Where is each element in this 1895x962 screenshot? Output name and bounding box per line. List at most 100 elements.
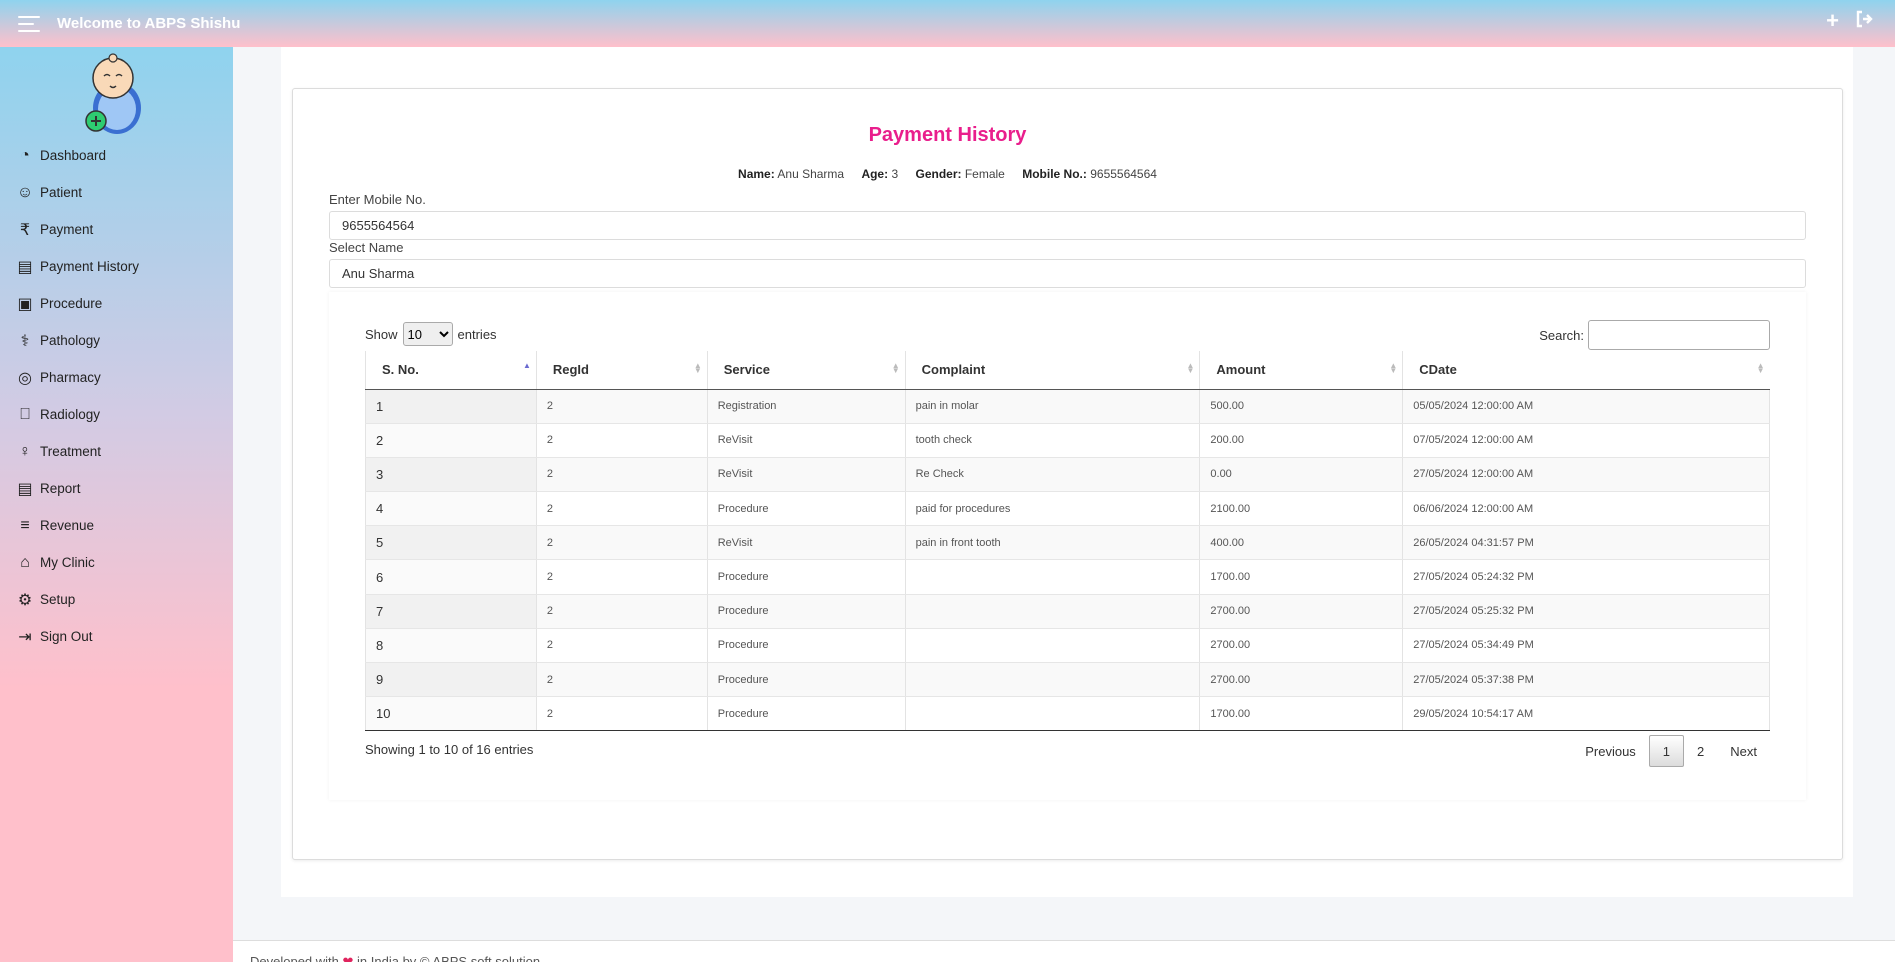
table-row: 2 2 ReVisit tooth check 200.00 07/05/2024 12:… — [365, 423, 1770, 458]
sidebar-item-setup[interactable]: ⚙ Setup — [0, 581, 233, 618]
sort-asc-icon: ▲ — [522, 361, 531, 370]
previous-page-button[interactable]: Previous — [1572, 735, 1649, 767]
sidebar-item-label: Treatment — [40, 444, 102, 459]
cell-service: Procedure — [706, 491, 906, 527]
column-header-s-no[interactable]: S. No. ▲ — [365, 351, 537, 390]
cell-complaint — [904, 628, 1200, 664]
sidebar-item-report[interactable]: ▤ Report — [0, 470, 233, 507]
cell-complaint: tooth check — [904, 423, 1200, 458]
cell-complaint: paid for procedures — [904, 491, 1200, 527]
column-header-regid[interactable]: RegId ▲ ▼ — [535, 351, 708, 390]
table-row: 4 2 Procedure paid for procedures 2100.00 06/… — [365, 491, 1770, 527]
table-search: Search: — [1539, 320, 1770, 350]
cell-cdate: 27/05/2024 12:00:00 AM — [1402, 457, 1770, 493]
patient-info: Name: Anu Sharma Age: 3 Gender: Female M… — [738, 167, 1157, 181]
sign-out-icon: ⇥ — [18, 628, 32, 646]
cell-amount: 2700.00 — [1199, 628, 1403, 664]
sidebar-item-label: Procedure — [40, 296, 103, 311]
cell-regid: 2 — [535, 389, 708, 424]
column-header-cdate[interactable]: CDate ▲ ▼ — [1402, 351, 1770, 390]
cell-cdate: 07/05/2024 12:00:00 AM — [1402, 423, 1770, 458]
sidebar-item-sign-out[interactable]: ⇥ Sign Out — [0, 618, 233, 655]
patient-age: 3 — [891, 167, 899, 181]
cell-s-no: 4 — [365, 491, 537, 527]
mobile-input[interactable]: 9655564564 — [329, 211, 1806, 240]
mobile-field-label: Enter Mobile No. — [329, 192, 426, 207]
cell-complaint: pain in molar — [904, 389, 1200, 424]
file-icon: ▤ — [17, 258, 33, 276]
sidebar-item-my-clinic[interactable]: ⌂ My Clinic — [0, 544, 233, 581]
cell-service: ReVisit — [706, 525, 906, 561]
cell-s-no: 6 — [365, 559, 537, 595]
search-input[interactable] — [1588, 320, 1770, 350]
cell-complaint: pain in front tooth — [904, 525, 1200, 561]
cell-amount: 2700.00 — [1199, 662, 1403, 698]
sidebar-item-payment-history[interactable]: ▤ Payment History — [0, 248, 233, 285]
patient-name: Anu Sharma — [777, 167, 845, 181]
sidebar-item-label: My Clinic — [40, 555, 95, 570]
sidebar-item-pharmacy[interactable]: ◎ Pharmacy — [0, 359, 233, 396]
sidebar-item-payment[interactable]: ₹ Payment — [0, 211, 233, 248]
page-button-1[interactable]: 1 — [1648, 735, 1685, 767]
cell-amount: 2100.00 — [1199, 491, 1403, 527]
pagination: Previous 1 2 Next — [1572, 735, 1770, 767]
coins-icon: ≡ — [20, 516, 30, 534]
table-row: 7 2 Procedure 2700.00 27/05/2024 05:25:32 PM — [365, 594, 1770, 629]
stethoscope-icon: ♀ — [19, 442, 31, 460]
column-header-complaint[interactable]: Complaint ▲ ▼ — [904, 351, 1200, 390]
cell-complaint — [904, 559, 1200, 595]
name-select[interactable]: Anu Sharma — [329, 259, 1806, 288]
plus-icon[interactable]: + — [1826, 10, 1839, 32]
table-row: 8 2 Procedure 2700.00 27/05/2024 05:34:49 PM — [365, 628, 1770, 664]
cell-complaint — [904, 594, 1200, 629]
sidebar-item-radiology[interactable]: ⎕ Radiology — [0, 396, 233, 433]
cell-complaint: Re Check — [904, 457, 1200, 493]
cell-cdate: 05/05/2024 12:00:00 AM — [1402, 389, 1770, 424]
sidebar-item-revenue[interactable]: ≡ Revenue — [0, 507, 233, 544]
table-info: Showing 1 to 10 of 16 entries — [365, 742, 534, 757]
name-field-label: Select Name — [329, 240, 404, 255]
next-page-button[interactable]: Next — [1717, 735, 1770, 767]
microscope-icon: ⚕ — [20, 332, 30, 350]
sidebar-item-pathology[interactable]: ⚕ Pathology — [0, 322, 233, 359]
sort-icon: ▲ ▼ — [1389, 361, 1398, 375]
cell-regid: 2 — [535, 525, 708, 561]
home-icon: ⌂ — [20, 553, 30, 571]
cell-cdate: 06/06/2024 12:00:00 AM — [1402, 491, 1770, 527]
cell-service: Procedure — [706, 696, 906, 732]
cell-cdate: 29/05/2024 10:54:17 AM — [1402, 696, 1770, 732]
sidebar-item-procedure[interactable]: ▣ Procedure — [0, 285, 233, 322]
hamburger-menu-icon[interactable] — [18, 15, 40, 32]
sidebar-item-label: Payment — [40, 222, 94, 237]
cell-service: Procedure — [706, 559, 906, 595]
cell-service: Registration — [706, 389, 906, 424]
sidebar-item-label: Pharmacy — [40, 370, 101, 385]
cell-cdate: 26/05/2024 04:31:57 PM — [1402, 525, 1770, 561]
top-header: Welcome to ABPS Shishu + — [0, 0, 1895, 47]
page-button-2[interactable]: 2 — [1684, 735, 1717, 767]
sign-out-icon[interactable] — [1855, 10, 1875, 32]
entries-select[interactable]: 10 — [402, 322, 453, 346]
column-header-amount[interactable]: Amount ▲ ▼ — [1199, 351, 1403, 390]
cell-amount: 500.00 — [1199, 389, 1403, 424]
cell-service: ReVisit — [706, 423, 906, 458]
xray-icon: ⎕ — [20, 405, 30, 423]
cell-s-no: 1 — [365, 389, 537, 424]
footer: Developed with ❤ in India by © ABPS soft… — [233, 940, 1895, 962]
table-row: 9 2 Procedure 2700.00 27/05/2024 05:37:38 PM — [365, 662, 1770, 698]
cell-cdate: 27/05/2024 05:24:32 PM — [1402, 559, 1770, 595]
cell-s-no: 10 — [365, 696, 537, 732]
sidebar-item-treatment[interactable]: ♀ Treatment — [0, 433, 233, 470]
sidebar: ◔ Dashboard ☺ Patient ₹ Payment ▤ Payment Histo… — [0, 47, 233, 962]
cell-s-no: 8 — [365, 628, 537, 664]
cell-amount: 400.00 — [1199, 525, 1403, 561]
sidebar-item-label: Radiology — [40, 407, 101, 422]
cell-regid: 2 — [535, 628, 708, 664]
cell-service: ReVisit — [706, 457, 906, 493]
column-header-service[interactable]: Service ▲ ▼ — [706, 351, 906, 390]
table-row: 10 2 Procedure 1700.00 29/05/2024 10:54:17 A… — [365, 696, 1770, 732]
cell-amount: 1700.00 — [1199, 559, 1403, 595]
cell-regid: 2 — [535, 696, 708, 732]
table-row: 5 2 ReVisit pain in front tooth 400.00 26/05/… — [365, 525, 1770, 561]
pills-icon: ◎ — [18, 369, 32, 387]
